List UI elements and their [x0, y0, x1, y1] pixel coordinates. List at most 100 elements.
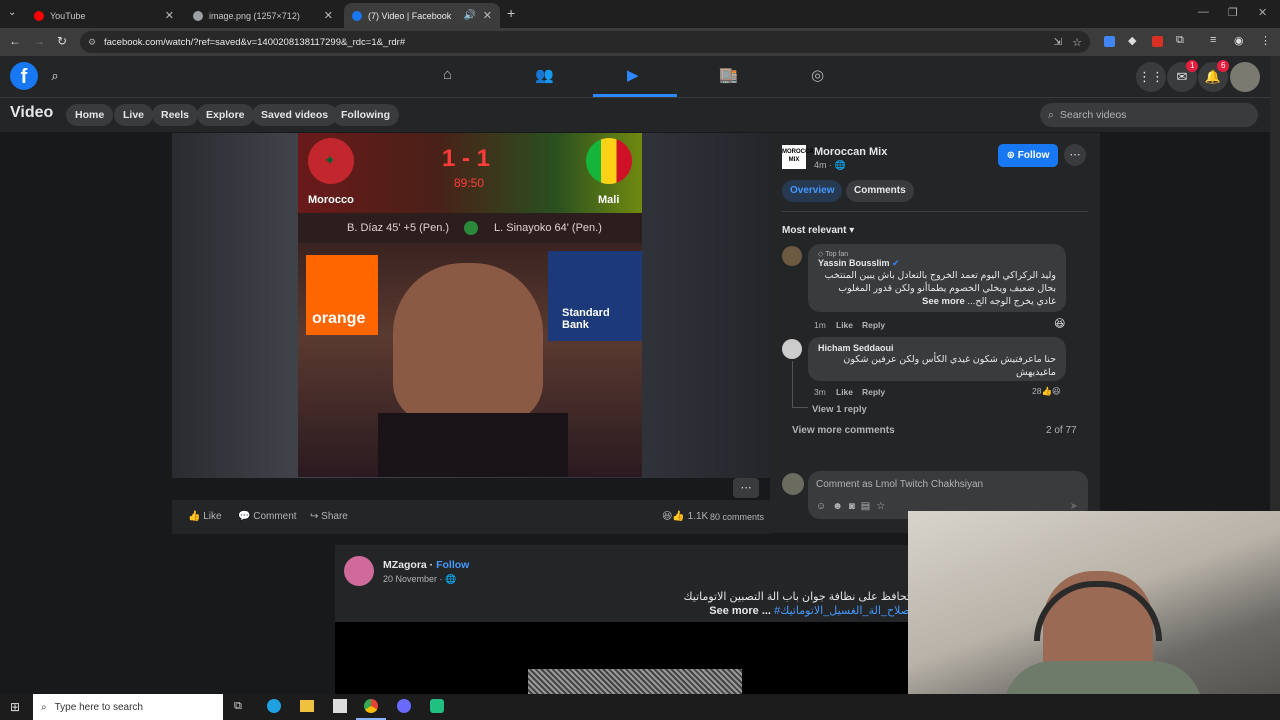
close-tab-icon[interactable]: ✕ — [165, 9, 174, 22]
post-hashtag[interactable]: #صلاح_الة_الغسيل_الاتوماتيك — [774, 605, 910, 617]
extension-red-icon[interactable] — [1152, 36, 1163, 47]
facebook-logo-icon[interactable]: f — [10, 62, 38, 90]
video-nav-icon[interactable]: ▶ — [627, 66, 639, 84]
avatar[interactable] — [782, 339, 802, 359]
sort-dropdown[interactable]: Most relevant ▾ — [782, 225, 854, 236]
forward-icon[interactable]: → — [33, 34, 45, 48]
install-icon[interactable]: ⇲ — [1054, 37, 1062, 48]
friends-nav-icon[interactable]: 👥 — [535, 66, 554, 84]
close-tab-icon[interactable]: ✕ — [483, 9, 492, 22]
post-date: 20 November · 🌐 — [383, 574, 457, 584]
marketplace-nav-icon[interactable]: 🏬 — [719, 66, 738, 84]
tab-image[interactable]: image.png (1257×712) ✕ — [185, 3, 341, 28]
comment-placeholder: Comment as Lmol Twitch Chakhsiyan — [816, 479, 984, 490]
menu-grid-icon[interactable]: ⋮⋮ — [1136, 62, 1166, 92]
chrome-icon[interactable] — [364, 699, 378, 713]
home-nav-icon[interactable]: ⌂ — [443, 66, 452, 83]
tab-overview[interactable]: Overview — [782, 180, 843, 202]
reactions-count[interactable]: 😆👍 1.1K — [662, 511, 708, 522]
app-icon[interactable] — [430, 699, 444, 713]
subnav-reels[interactable]: Reels — [152, 104, 199, 126]
task-view-icon[interactable]: ⧉ — [234, 700, 242, 713]
commenter-name[interactable]: Hicham Seddaoui — [818, 343, 1056, 353]
post-media[interactable] — [335, 622, 910, 694]
more-options-icon[interactable]: ⋯ — [733, 478, 759, 498]
comment-reply-button[interactable]: Reply — [862, 320, 885, 330]
post-author[interactable]: MZagora · Follow — [383, 559, 469, 571]
commenter-name[interactable]: Yassin Bousslim ✔ — [818, 258, 1056, 269]
post-follow-link[interactable]: Follow — [436, 559, 469, 571]
view-reply-link[interactable]: View 1 reply — [812, 404, 867, 415]
post-author-avatar[interactable] — [344, 556, 374, 586]
subnav-home[interactable]: Home — [66, 104, 114, 126]
like-button[interactable]: 👍 Like — [188, 511, 222, 522]
maximize-icon[interactable]: ❐ — [1228, 6, 1238, 19]
view-more-comments-link[interactable]: View more comments — [792, 425, 895, 436]
comment-reactions[interactable]: 28👍😆 — [1032, 386, 1061, 397]
chevron-down-icon: ▾ — [849, 225, 855, 236]
media-control-icon[interactable]: ≡ — [1210, 34, 1216, 46]
search-icon[interactable]: ⌕ — [41, 62, 69, 90]
taskbar-search-placeholder: Type here to search — [54, 701, 143, 713]
bookmark-star-icon[interactable]: ☆ — [1072, 36, 1082, 49]
comment-like-button[interactable]: Like — [836, 387, 853, 397]
subnav-live[interactable]: Live — [114, 104, 154, 126]
extensions-puzzle-icon[interactable]: ⧉ — [1176, 34, 1184, 47]
extension-diamond-icon[interactable]: ◆ — [1128, 34, 1136, 47]
post-text-line2: See more ... #صلاح_الة_الغسيل_الاتوماتيك — [375, 604, 910, 617]
post-author-name: MZagora — [383, 559, 427, 571]
comments-count[interactable]: 80 comments — [710, 512, 764, 522]
comment-tools-icons[interactable]: ☺☻◙▤☆ — [816, 501, 891, 512]
search-videos-input[interactable]: ⌕ Search videos — [1040, 103, 1258, 127]
away-team: Mali — [598, 194, 620, 206]
follow-button[interactable]: ⊕ Follow — [998, 144, 1058, 167]
globe-favicon-icon — [193, 10, 203, 21]
subnav-saved-videos[interactable]: Saved videos — [252, 104, 338, 126]
post-see-more[interactable]: See more ... — [709, 605, 771, 617]
back-icon[interactable]: ← — [9, 34, 21, 48]
profile-icon[interactable]: ◉ — [1234, 34, 1244, 47]
page-name[interactable]: Moroccan Mix — [814, 146, 887, 158]
groups-nav-icon[interactable]: ◎ — [811, 66, 824, 84]
comment-like-button[interactable]: Like — [836, 320, 853, 330]
post-time-text: 4m — [814, 160, 827, 170]
speaker-icon[interactable]: 🔊 — [464, 10, 476, 21]
video-side-panel: MOROCCAN MIX Moroccan Mix 4m · 🌐 ⊕ Follo… — [770, 133, 1100, 533]
store-icon[interactable] — [333, 699, 347, 713]
share-button[interactable]: ↪ Share — [310, 511, 348, 522]
tab-youtube[interactable]: YouTube ✕ — [26, 3, 182, 28]
subnav-following[interactable]: Following — [332, 104, 399, 126]
url-input[interactable]: ⚙ facebook.com/watch/?ref=saved&v=140020… — [80, 31, 1090, 53]
reply-connector — [792, 407, 808, 408]
translate-extension-icon[interactable] — [1104, 36, 1115, 47]
morocco-flag-icon: ✦ — [308, 138, 354, 184]
page-scrollbar[interactable] — [1270, 56, 1280, 511]
obs-icon[interactable] — [397, 699, 411, 713]
comment-button[interactable]: 💬 Comment — [238, 511, 297, 522]
account-avatar[interactable] — [1230, 62, 1260, 92]
avatar[interactable] — [782, 246, 802, 266]
new-tab-icon[interactable]: + — [507, 5, 515, 21]
tab-facebook[interactable]: (7) Video | Facebook 🔊 ✕ — [344, 3, 500, 28]
name-text[interactable]: Yassin Bousslim — [818, 258, 890, 268]
close-tab-icon[interactable]: ✕ — [324, 9, 333, 22]
file-explorer-icon[interactable] — [300, 700, 314, 712]
site-info-icon[interactable]: ⚙ — [88, 37, 96, 48]
taskbar-search-input[interactable]: ⌕ Type here to search — [33, 694, 223, 720]
minimize-icon[interactable]: — — [1198, 6, 1209, 18]
like-icon: 👍 — [188, 511, 204, 522]
page-more-icon[interactable]: ⋯ — [1064, 144, 1086, 166]
globe-icon: 🌐 — [834, 160, 846, 170]
reload-icon[interactable]: ↻ — [57, 34, 67, 48]
tab-comments[interactable]: Comments — [846, 180, 914, 202]
tab-list-icon[interactable]: ⌄ — [8, 7, 16, 18]
windows-start-icon[interactable]: ⊞ — [10, 700, 20, 714]
close-window-icon[interactable]: ✕ — [1258, 6, 1267, 19]
subnav-explore[interactable]: Explore — [197, 104, 254, 126]
comment-reply-button[interactable]: Reply — [862, 387, 885, 397]
see-more-link[interactable]: See more — [922, 296, 965, 307]
page-logo-text: MOROCCAN MIX — [782, 149, 818, 163]
edge-icon[interactable] — [267, 699, 281, 713]
page-logo[interactable]: MOROCCAN MIX — [782, 145, 818, 169]
chrome-menu-icon[interactable]: ⋮ — [1260, 34, 1271, 47]
